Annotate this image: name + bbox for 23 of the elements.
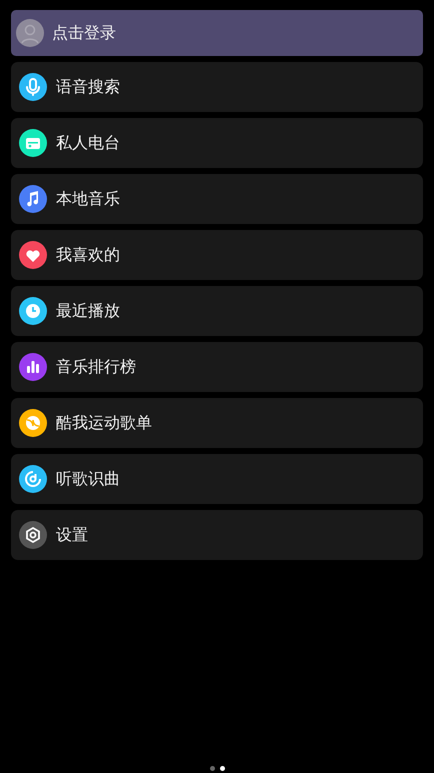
- menu-label: 私人电台: [56, 132, 120, 154]
- login-row[interactable]: 点击登录: [11, 10, 423, 56]
- login-label: 点击登录: [52, 22, 116, 44]
- menu-item[interactable]: 我喜欢的: [11, 230, 423, 280]
- menu-label: 语音搜索: [56, 76, 120, 98]
- menu-item[interactable]: 本地音乐: [11, 174, 423, 224]
- menu-item[interactable]: 语音搜索: [11, 62, 423, 112]
- menu-label: 设置: [56, 524, 88, 546]
- page-dot[interactable]: [220, 766, 224, 771]
- menu-label: 听歌识曲: [56, 468, 120, 490]
- menu-label: 酷我运动歌单: [56, 412, 152, 434]
- menu-label: 最近播放: [56, 300, 120, 322]
- menu-item[interactable]: 酷我运动歌单: [11, 398, 423, 448]
- menu-item[interactable]: 私人电台: [11, 118, 423, 168]
- menu-item[interactable]: 听歌识曲: [11, 454, 423, 504]
- menu-item[interactable]: 最近播放: [11, 286, 423, 336]
- avatar-icon: [16, 19, 44, 47]
- menu-item[interactable]: 设置: [11, 510, 423, 560]
- menu-label: 音乐排行榜: [56, 356, 136, 378]
- menu-label: 本地音乐: [56, 188, 120, 210]
- page-dot[interactable]: [210, 766, 214, 771]
- menu-label: 我喜欢的: [56, 244, 120, 266]
- menu-item[interactable]: 音乐排行榜: [11, 342, 423, 392]
